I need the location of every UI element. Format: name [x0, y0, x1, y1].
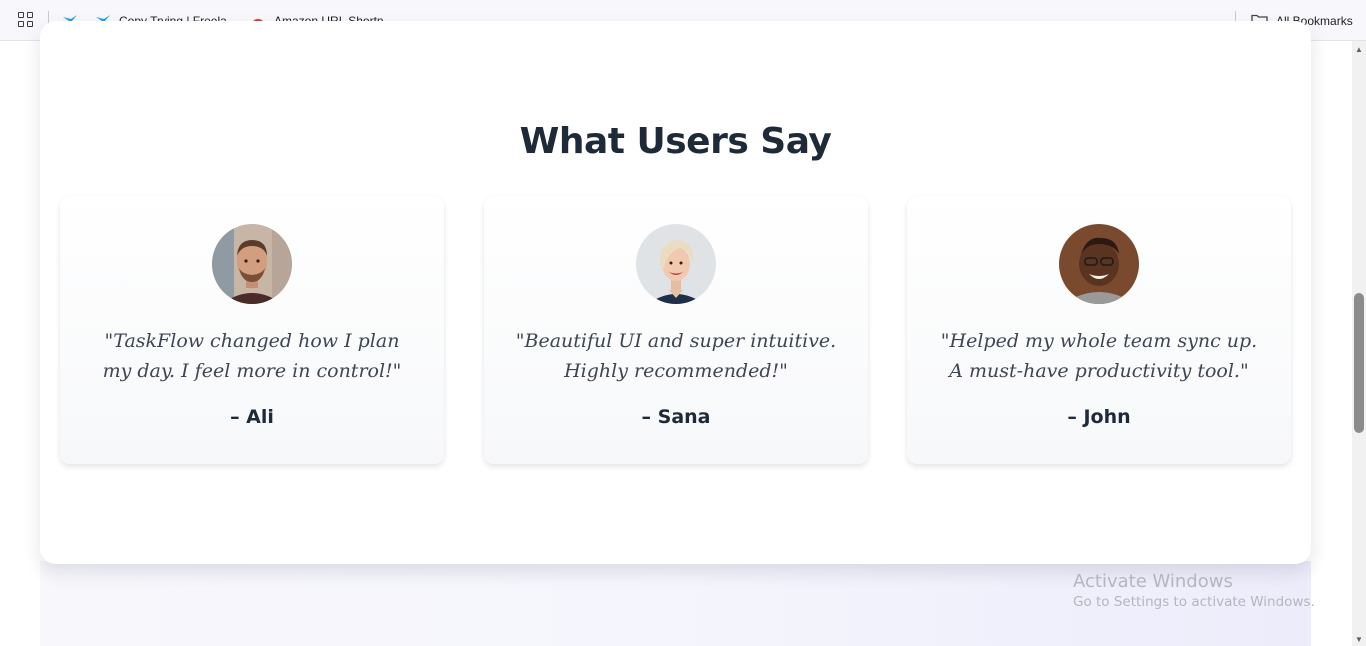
scroll-down-arrow-icon[interactable]: ▼: [1355, 635, 1363, 644]
avatar-photo-sana: [636, 224, 716, 304]
testimonial-card: "Helped my whole team sync up. A must-ha…: [907, 196, 1291, 464]
testimonial-author: – John: [1067, 406, 1131, 428]
activate-windows-watermark: Activate Windows Go to Settings to activ…: [1073, 571, 1315, 610]
apps-grid-icon[interactable]: [18, 12, 34, 28]
testimonial-card: "Beautiful UI and super intuitive. Highl…: [484, 196, 868, 464]
page-content: What Users Say "TaskFlow changed how I p…: [0, 21, 1352, 646]
scrollbar-thumb[interactable]: [1354, 293, 1364, 433]
testimonial-card: "TaskFlow changed how I plan my day. I f…: [60, 196, 444, 464]
activate-windows-title: Activate Windows: [1073, 571, 1233, 592]
testimonial-author: – Sana: [641, 406, 711, 428]
testimonial-quote: "Helped my whole team sync up. A must-ha…: [940, 330, 1258, 382]
scroll-up-arrow-icon[interactable]: ▲: [1355, 45, 1363, 54]
testimonial-quote: "TaskFlow changed how I plan my day. I f…: [102, 330, 402, 382]
testimonial-author: – Ali: [230, 406, 274, 428]
avatar: [1059, 224, 1139, 304]
section-title: What Users Say: [519, 121, 832, 162]
avatar-photo-john: [1059, 224, 1139, 304]
avatar: [636, 224, 716, 304]
page-scrollbar[interactable]: ▲ ▼: [1352, 41, 1366, 646]
avatar-photo-ali: [212, 224, 292, 304]
testimonial-quote: "Beautiful UI and super intuitive. Highl…: [515, 330, 837, 382]
avatar: [212, 224, 292, 304]
testimonials-section: What Users Say "TaskFlow changed how I p…: [40, 21, 1311, 564]
activate-windows-subtitle: Go to Settings to activate Windows.: [1073, 594, 1315, 610]
